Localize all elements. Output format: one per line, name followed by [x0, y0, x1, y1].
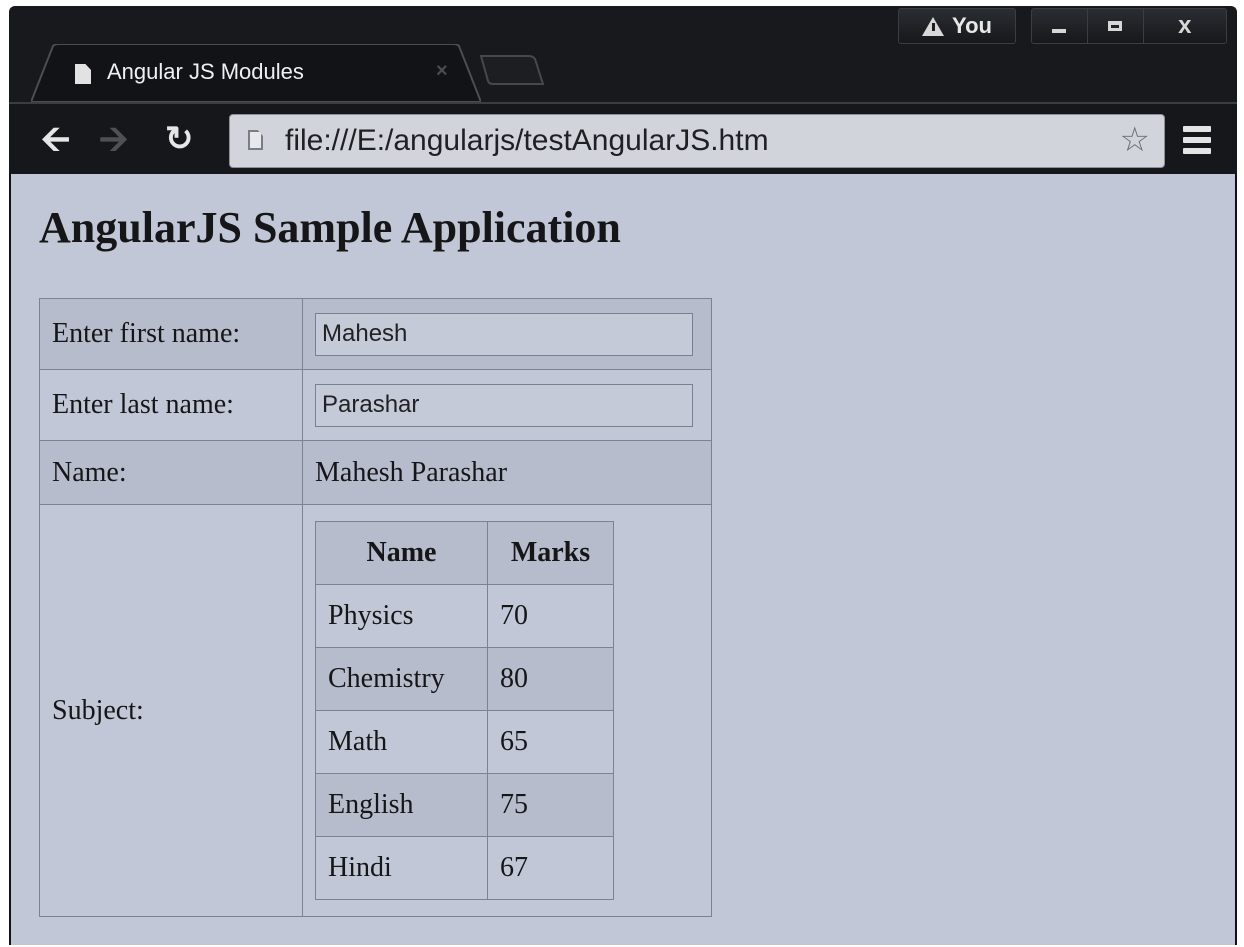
close-window-button[interactable]: x	[1144, 9, 1226, 43]
first-name-label: Enter first name:	[39, 298, 303, 370]
subject-marks: 67	[487, 836, 614, 900]
subject-row: Hindi 67	[315, 836, 614, 900]
tab-title: Angular JS Modules	[107, 59, 304, 84]
new-tab-button[interactable]	[479, 54, 545, 86]
page-icon	[248, 130, 263, 150]
column-header-marks: Marks	[487, 521, 614, 585]
subjects-header-row: Name Marks	[315, 521, 614, 585]
table-row: Name: Mahesh Parashar	[39, 440, 712, 505]
subject-name: Physics	[315, 584, 488, 648]
close-icon: x	[1178, 12, 1192, 39]
forward-button[interactable]: 🡪	[99, 121, 128, 157]
subjects-table: Name Marks Physics 70 Chemistry 80 Math …	[315, 521, 614, 900]
table-row: Enter last name: Parashar	[39, 369, 712, 441]
subject-marks: 65	[487, 710, 614, 774]
profile-button[interactable]: You	[898, 8, 1016, 44]
subject-row: Math 65	[315, 710, 614, 774]
warning-icon	[922, 16, 945, 36]
browser-toolbar: 🡨 🡪 ↻ file:///E:/angularjs/testAngularJS…	[9, 102, 1237, 174]
window-controls: x	[1031, 8, 1227, 44]
minimize-icon	[1052, 29, 1067, 33]
page-title: AngularJS Sample Application	[39, 203, 621, 252]
subject-name: Math	[315, 710, 488, 774]
subject-row: Physics 70	[315, 584, 614, 648]
subjects-cell: Name Marks Physics 70 Chemistry 80 Math …	[302, 504, 712, 917]
profile-label: You	[952, 13, 992, 38]
subject-row: Chemistry 80	[315, 647, 614, 711]
page-content: AngularJS Sample Application Enter first…	[9, 174, 1237, 945]
subject-name: Chemistry	[315, 647, 488, 711]
last-name-input[interactable]: Parashar	[315, 383, 693, 427]
last-name-cell: Parashar	[302, 369, 712, 441]
tab-close-icon[interactable]: ×	[436, 60, 448, 83]
subject-label: Subject:	[39, 504, 303, 917]
name-label: Name:	[39, 440, 303, 505]
reload-button[interactable]: ↻	[165, 121, 194, 157]
full-name-value: Mahesh Parashar	[302, 440, 712, 505]
column-header-name: Name	[315, 521, 488, 585]
tab-angular-js-modules[interactable]: Angular JS Modules ×	[31, 44, 481, 102]
subject-marks: 75	[487, 773, 614, 837]
table-row: Enter first name: Mahesh	[39, 298, 712, 370]
menu-icon[interactable]	[1183, 126, 1211, 154]
minimize-button[interactable]	[1032, 9, 1088, 43]
browser-window: You x Angular JS Modules × 🡨 🡪 ↻ file://…	[9, 6, 1237, 945]
url-text: file:///E:/angularjs/testAngularJS.htm	[285, 124, 769, 157]
bookmark-star-icon[interactable]: ☆	[1120, 120, 1150, 160]
first-name-cell: Mahesh	[302, 298, 712, 370]
first-name-input[interactable]: Mahesh	[315, 312, 693, 356]
address-bar[interactable]: file:///E:/angularjs/testAngularJS.htm ☆	[229, 114, 1165, 168]
back-button[interactable]: 🡨	[41, 121, 70, 157]
subject-name: English	[315, 773, 488, 837]
last-name-label: Enter last name:	[39, 369, 303, 441]
table-row: Subject: Name Marks Physics 70 Chemistry	[39, 504, 712, 917]
student-form-table: Enter first name: Mahesh Enter last name…	[39, 298, 712, 917]
subject-row: English 75	[315, 773, 614, 837]
subject-name: Hindi	[315, 836, 488, 900]
subject-marks: 80	[487, 647, 614, 711]
maximize-button[interactable]	[1088, 9, 1144, 43]
subject-marks: 70	[487, 584, 614, 648]
maximize-icon	[1108, 21, 1123, 31]
